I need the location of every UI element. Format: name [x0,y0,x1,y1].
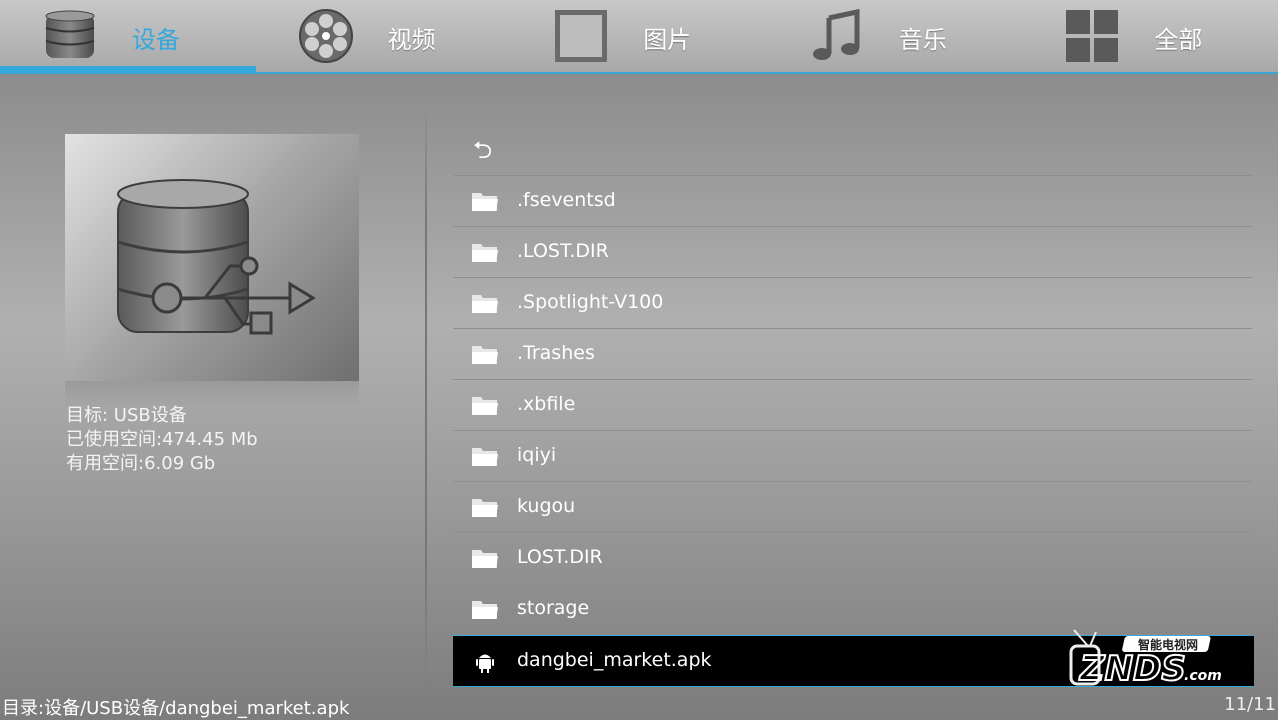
music-note-icon [812,8,860,60]
folder-row[interactable]: .xbfile [453,380,1252,431]
folder-icon [472,244,498,262]
tab-device[interactable]: 设备 [0,0,256,72]
device-used-space: 已使用空间:474.45 Mb [66,429,258,450]
folder-icon [472,295,498,313]
folder-row[interactable]: kugou [453,482,1252,533]
folder-row[interactable]: .Trashes [453,329,1252,380]
tab-music[interactable]: 音乐 [767,0,1023,72]
file-name: .fseventsd [517,189,616,211]
folder-icon [472,601,498,619]
folder-icon [472,499,498,517]
tab-pictures[interactable]: 图片 [511,0,767,72]
tab-label: 图片 [643,26,692,54]
device-image [65,134,359,381]
device-info: 目标: USB设备 已使用空间:474.45 Mb 有用空间:6.09 Gb [66,404,258,476]
usb-storage-icon [117,179,316,335]
file-name: .Spotlight-V100 [517,291,664,313]
android-icon [476,654,494,673]
folder-row[interactable]: .fseventsd [453,176,1252,227]
folder-row[interactable]: .Spotlight-V100 [453,278,1252,329]
device-target: 目标: USB设备 [66,405,187,426]
file-name: .LOST.DIR [517,240,609,262]
tab-label: 设备 [132,26,180,54]
back-row[interactable]: ⮌ [453,125,1252,176]
tab-label: 视频 [387,26,436,54]
folder-row[interactable]: LOST.DIR [453,533,1252,584]
watermark-main-text: ZNDS [1079,649,1186,689]
back-arrow-icon: ⮌ [473,136,493,164]
item-count: 11/11 [1224,694,1276,715]
grid-icon [1066,10,1119,62]
category-tab-bar: 设备 视频 图片 音乐 全部 [0,0,1278,74]
tab-label: 全部 [1154,26,1203,54]
tab-all[interactable]: 全部 [1022,0,1278,72]
tab-video[interactable]: 视频 [256,0,512,72]
file-name: .xbfile [517,393,576,415]
current-path: 目录:设备/USB设备/dangbei_market.apk [2,698,350,719]
device-free-space: 有用空间:6.09 Gb [66,453,216,474]
file-name: LOST.DIR [517,546,603,568]
database-icon [45,10,95,58]
folder-icon [472,346,498,364]
folder-icon [472,397,498,415]
tab-label: 音乐 [898,26,947,54]
znds-watermark-logo: 智能电视网 ZNDS .com [1069,629,1222,690]
file-list: ⮌ .fseventsd .LOST.DIR .Spotlight-V100 .Tra… [453,125,1254,687]
folder-icon [472,448,498,466]
folder-icon [472,193,498,211]
watermark-suffix: .com [1184,668,1222,684]
panel-divider [425,100,427,690]
folder-row[interactable]: iqiyi [453,431,1252,482]
file-name: kugou [517,495,576,517]
file-name: storage [517,597,590,619]
file-name: .Trashes [517,342,595,364]
folder-row[interactable]: .LOST.DIR [453,227,1252,278]
film-reel-icon [298,9,353,63]
picture-frame-icon [555,10,608,62]
folder-icon [472,550,498,568]
file-name: iqiyi [517,444,557,466]
file-name: dangbei_market.apk [517,649,712,671]
